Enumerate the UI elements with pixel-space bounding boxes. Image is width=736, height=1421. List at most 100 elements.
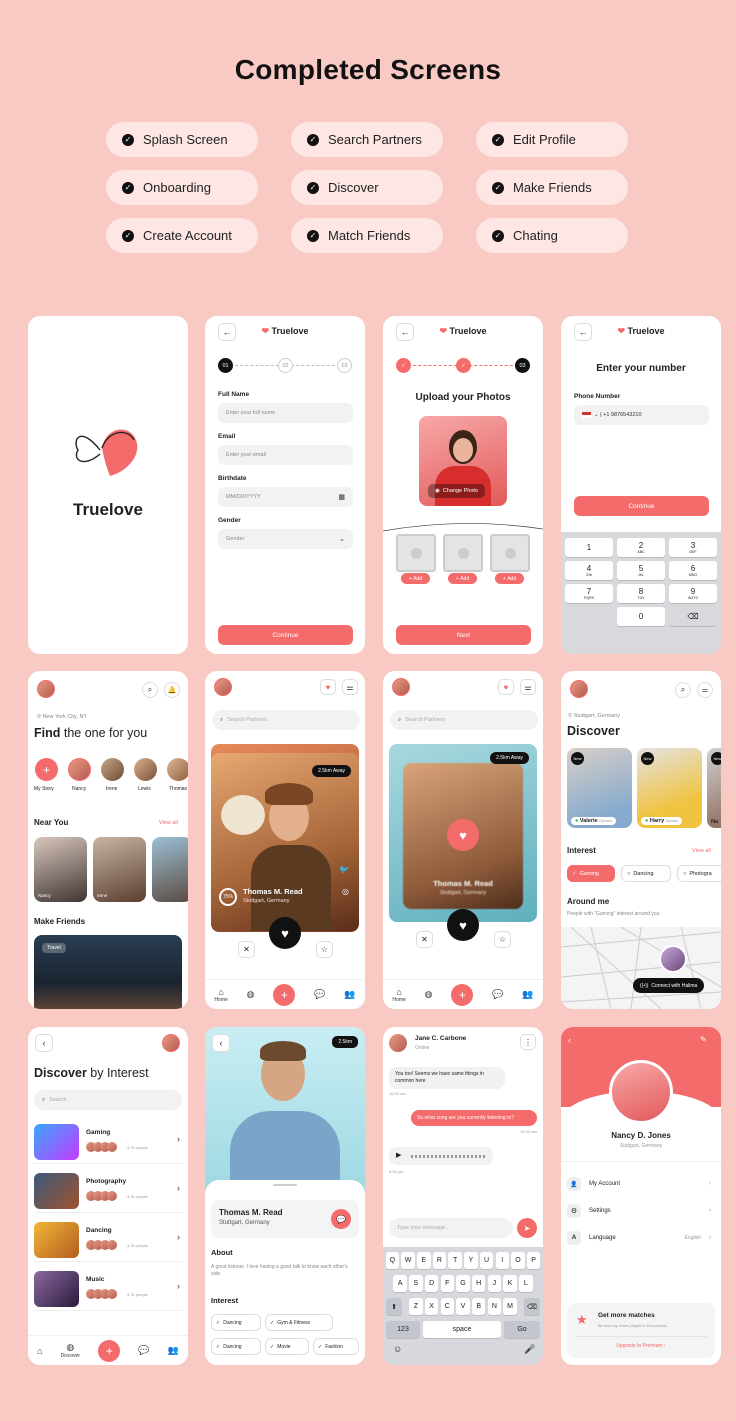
keyboard-key[interactable]: N [487,1298,502,1315]
keyboard-key[interactable]: I [495,1252,509,1269]
keyboard-key[interactable]: E [417,1252,431,1269]
keypad-key[interactable]: 5 JKL [617,561,665,580]
compass-icon[interactable]: ◍ [425,989,433,1000]
keypad-key[interactable]: 7 PQRS [565,584,613,603]
numbers-key[interactable]: 123 [386,1321,420,1338]
search-input[interactable]: ⌕ Search Partners [390,710,538,730]
star-icon[interactable]: ☆ [316,941,333,958]
email-field[interactable]: Enter your email [218,445,353,465]
interest-chip[interactable]: ○ Dancing [621,865,671,882]
avatar[interactable] [570,680,588,698]
go-key[interactable]: Go [504,1321,540,1338]
emoji-icon[interactable]: ☺ [393,1344,402,1354]
keyboard-key[interactable]: S [409,1275,423,1292]
keypad-key[interactable]: 3 DEF [669,538,717,557]
connect-button[interactable]: ((•)) Connect with Halima [633,978,705,993]
people-icon[interactable]: 👥 [168,1345,179,1356]
keyboard-key[interactable]: J [487,1275,502,1292]
chat-icon[interactable]: 💬 [314,989,325,1000]
instagram-icon[interactable]: ◎ [342,887,349,896]
next-button[interactable]: Next [396,625,531,645]
search-icon[interactable]: ⌕ [142,682,158,698]
chat-icon[interactable]: 💬 [138,1345,149,1356]
interest-list-item[interactable]: Photography 4.7k people › [34,1173,182,1213]
message-button[interactable]: 💬 [331,1209,351,1229]
add-button[interactable]: + [273,983,296,1006]
interest-list-item[interactable]: Music 4.7k people › [34,1271,182,1311]
keyboard-key[interactable]: K [503,1275,517,1292]
menu-item-settings[interactable]: ⚙ Settings › [567,1203,715,1219]
space-key[interactable]: space [423,1321,501,1338]
story-avatar[interactable] [134,758,157,781]
continue-button[interactable]: Continue [574,496,709,516]
back-icon[interactable]: ‹ [568,1035,571,1045]
keyboard-key[interactable]: F [440,1275,455,1292]
menu-item-my-account[interactable]: 👤 My Account › [567,1176,715,1192]
map-user-avatar[interactable] [659,945,687,973]
keyboard-key[interactable]: U [479,1252,494,1269]
profile-avatar[interactable] [609,1060,673,1124]
full-name-field[interactable]: Enter your full name [218,403,353,423]
profile-card[interactable]: 2.5km Away 75% Thomas M. Read Stuttgart,… [211,753,359,931]
avatar[interactable] [162,1034,180,1052]
interest-chip[interactable]: ✓ Gaming [567,865,615,882]
add-button[interactable]: + [98,1339,121,1362]
keyboard-key[interactable]: M [503,1298,517,1315]
keyboard-key[interactable]: L [519,1275,533,1292]
photo-slot[interactable] [443,534,483,572]
keypad-key[interactable]: 6 MNO [669,561,717,580]
search-input[interactable]: ⌕ Search Partners [212,710,360,730]
chat-icon[interactable]: 💬 [492,989,503,1000]
more-icon[interactable]: ⋮ [520,1034,536,1050]
gender-select[interactable]: Gender ⌄ [218,529,353,549]
add-story-button[interactable]: + [35,758,58,781]
keyboard-key[interactable]: R [432,1252,447,1269]
change-photo-button[interactable]: ◉ Change Photo [428,484,485,498]
keypad-key[interactable]: 8 TUV [617,584,665,603]
keyboard-key[interactable]: W [401,1252,415,1269]
story-avatar[interactable] [68,758,91,781]
add-photo-button[interactable]: + Add [495,573,524,584]
people-icon[interactable]: 👥 [522,989,533,1000]
bell-icon[interactable]: 🔔 [164,682,180,698]
people-icon[interactable]: 👥 [344,989,355,1000]
edit-icon[interactable]: ✎ [700,1035,707,1044]
keyboard-key[interactable]: P [526,1252,541,1269]
discover-person-card[interactable]: New ● Harry Dynam [637,748,702,828]
discover-tab[interactable]: ◍ Discover [61,1342,80,1359]
keypad-key[interactable]: 0 [617,607,665,626]
contact-avatar[interactable] [389,1034,407,1052]
back-button[interactable]: ‹ [35,1034,53,1052]
discover-person-card[interactable]: New ● Valerie Dynam [567,748,632,828]
interest-chip[interactable]: ✓ Fashion [313,1338,359,1355]
story-avatar[interactable] [167,758,188,781]
back-button[interactable]: ‹ [212,1034,230,1052]
star-icon[interactable]: ☆ [494,931,511,948]
interest-chip[interactable]: ✓ Gym & Fitness [265,1314,333,1331]
heart-icon[interactable]: ♥ [320,679,336,695]
shift-key[interactable]: ⬆ [386,1298,402,1315]
keyboard-key[interactable]: C [440,1298,455,1315]
home-tab[interactable]: ⌂ Home [214,987,227,1003]
birthdate-field[interactable]: MM/DD/YYYY ▦ [218,487,353,507]
keyboard-key[interactable]: Q [385,1252,400,1269]
home-tab[interactable]: ⌂ Home [392,987,405,1003]
keyboard-key[interactable]: D [424,1275,439,1292]
microphone-icon[interactable]: 🎤 [524,1344,535,1355]
near-you-card[interactable]: Irene [93,837,146,902]
filter-icon[interactable]: ⚌ [697,682,713,698]
keyboard-key[interactable]: B [471,1298,486,1315]
avatar[interactable] [37,680,55,698]
keyboard-key[interactable]: O [511,1252,525,1269]
menu-item-language[interactable]: A Language English › [567,1230,715,1246]
keyboard-key[interactable]: X [424,1298,439,1315]
keyboard-key[interactable]: V [456,1298,470,1315]
filter-icon[interactable]: ⚌ [520,679,536,695]
keyboard-key[interactable]: Y [464,1252,478,1269]
keyboard-key[interactable]: Z [409,1298,423,1315]
photo-slot[interactable] [396,534,436,572]
search-input[interactable]: ⌕ Search [34,1090,182,1110]
compass-icon[interactable]: ◍ [247,989,255,1000]
continue-button[interactable]: Continue [218,625,353,645]
near-you-card[interactable] [152,837,188,902]
